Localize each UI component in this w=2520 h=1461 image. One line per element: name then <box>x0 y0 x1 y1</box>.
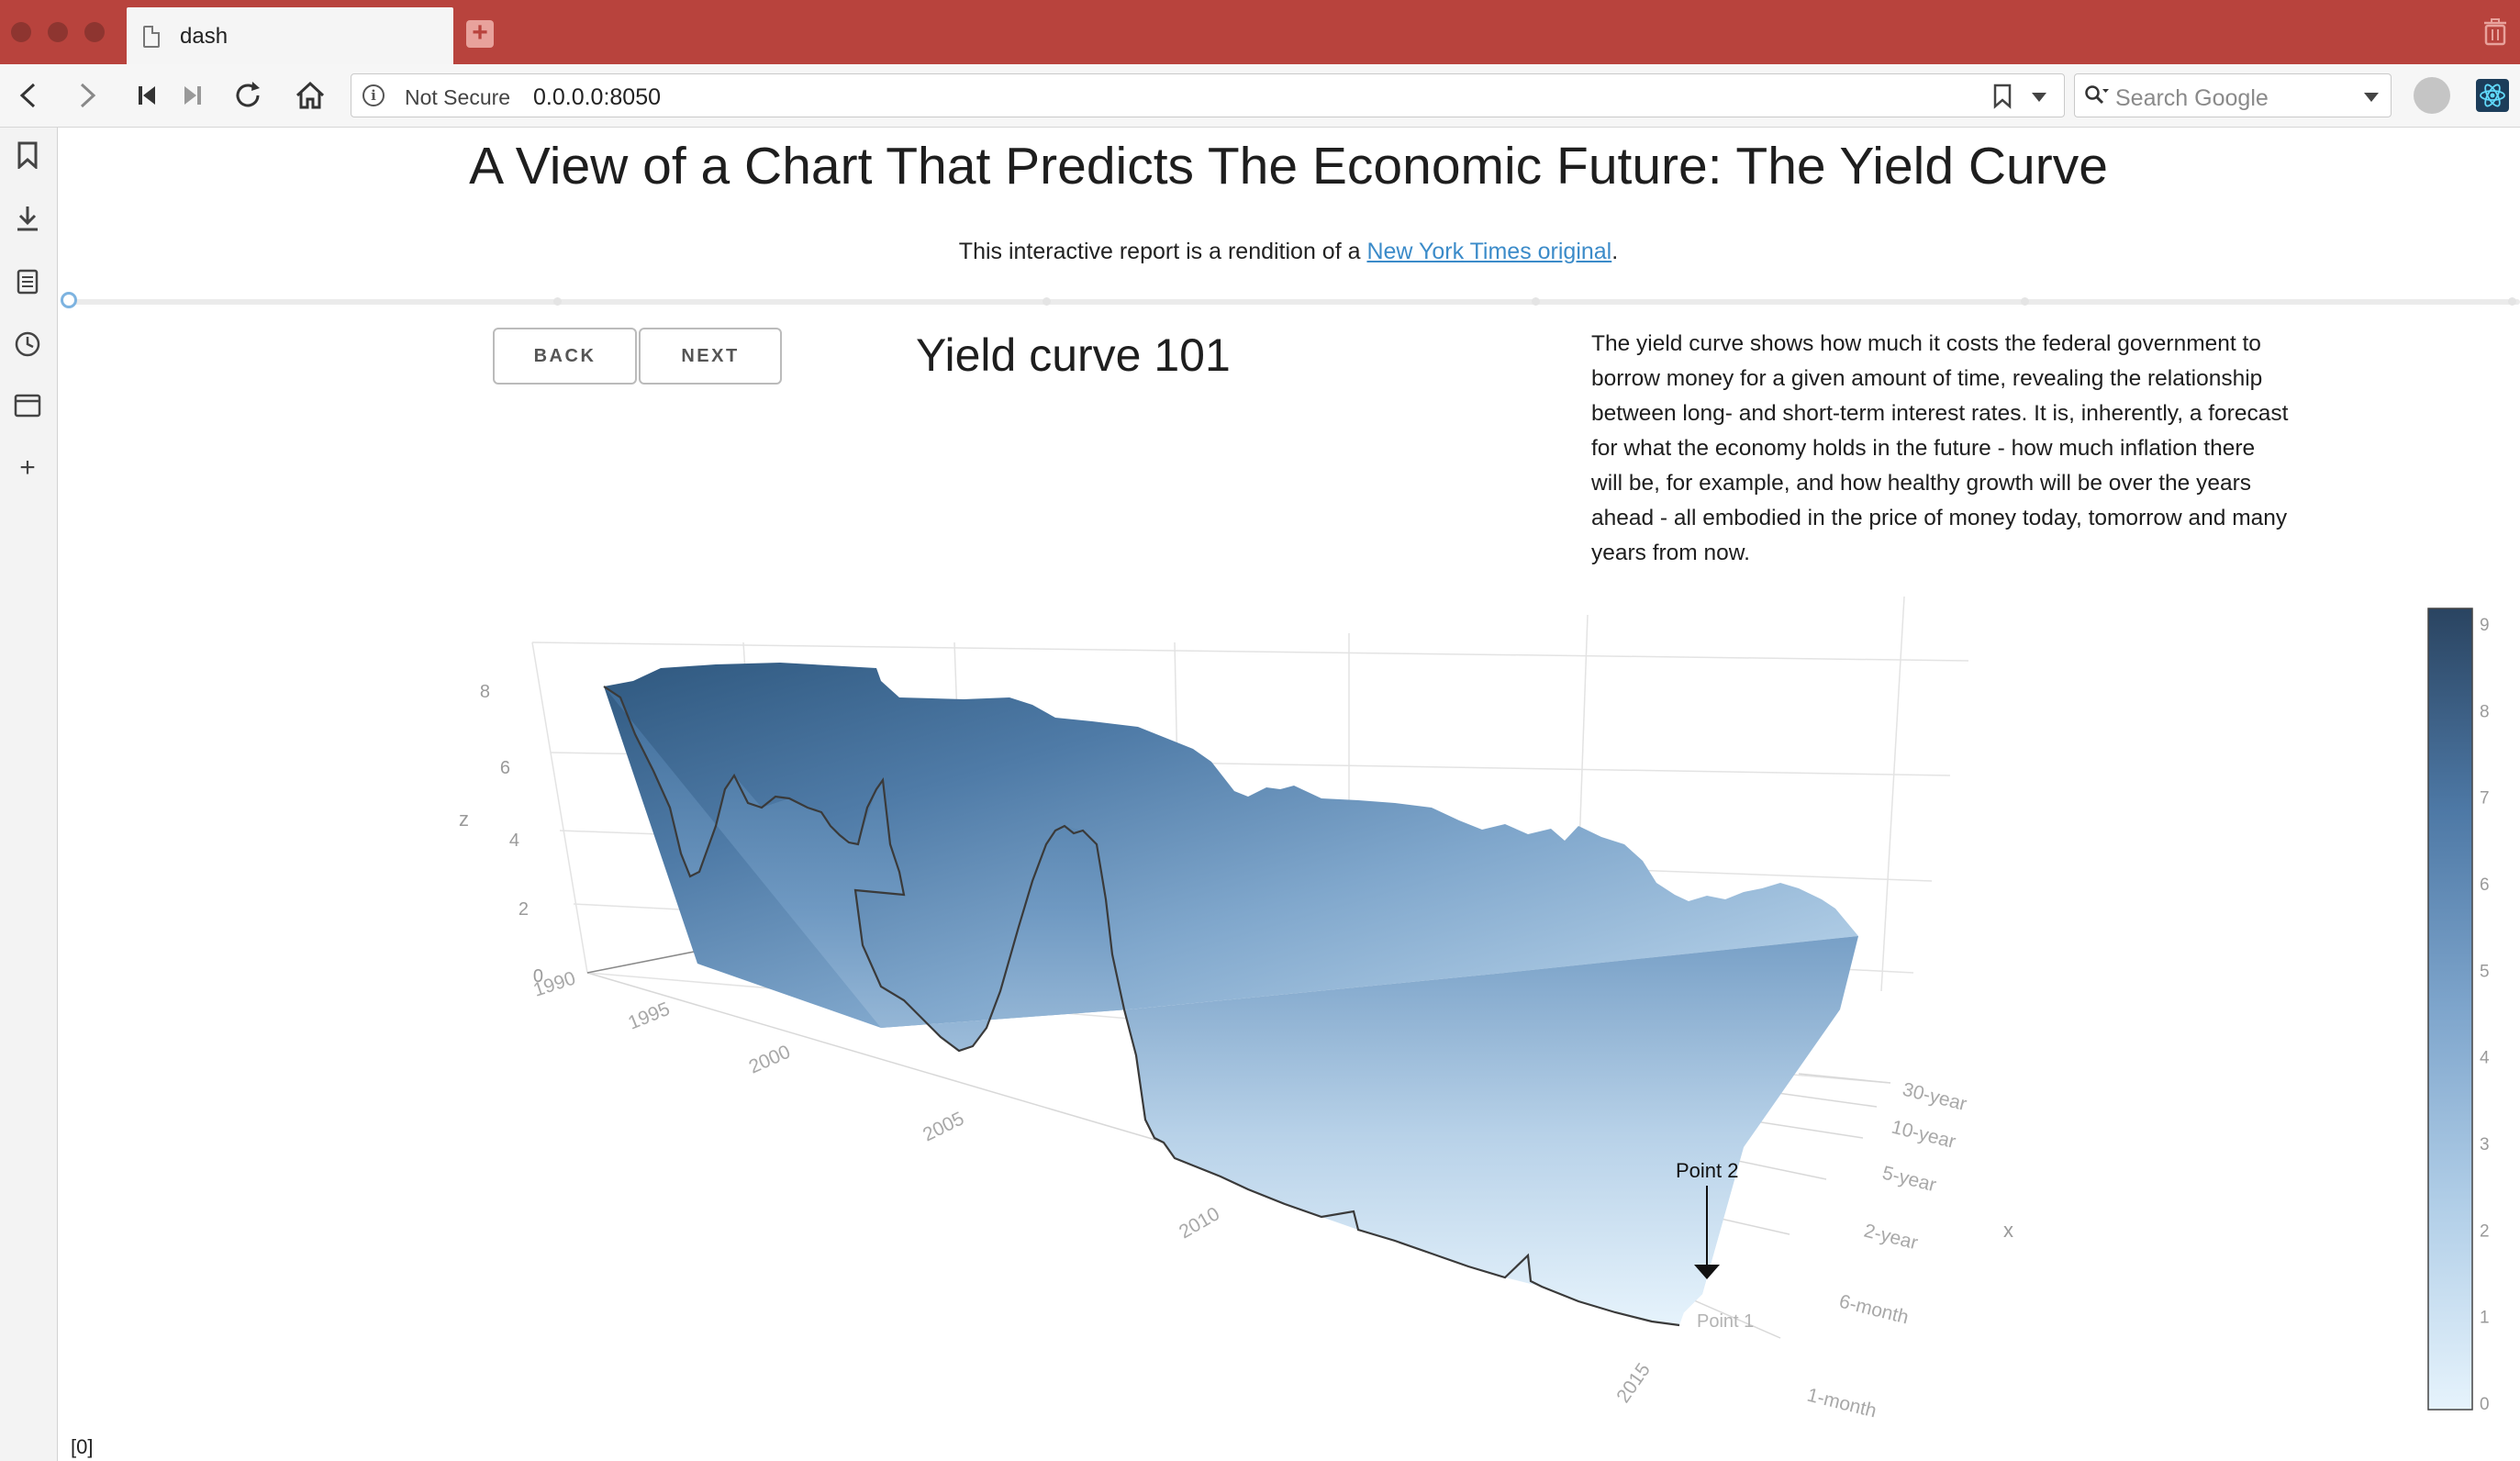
z-tick-label: 2 <box>518 899 529 920</box>
colorbar-tick-label: 1 <box>2480 1309 2490 1328</box>
maturity-tick-label: 5-year <box>1880 1163 1938 1197</box>
maturity-axis-ticks: 1-month 6-month 2-year 5-year 10-year30-year <box>1805 1079 1969 1422</box>
colorbar-tick-label: 5 <box>2480 962 2490 981</box>
yield-curve-3d-plot[interactable]: 02468 199019952000200520102015 1-month6-… <box>0 0 2520 1461</box>
colorbar-tick-label: 4 <box>2480 1049 2490 1068</box>
maturity-tick-label: 1-month <box>1805 1385 1879 1422</box>
colorbar-tick-label: 7 <box>2480 789 2490 809</box>
x-axis-title: x <box>2003 1219 2013 1242</box>
maturity-tick-label: 6-month <box>1837 1291 1911 1329</box>
colorbar-ticks: 0 1 2 3 4 5 6 7 8 9 <box>2480 616 2490 1414</box>
year-tick-label: 2010 <box>1176 1203 1223 1243</box>
year-tick-label: 2000 <box>746 1042 794 1078</box>
status-output: [0] <box>71 1435 94 1458</box>
year-tick-label: 2005 <box>920 1108 967 1145</box>
year-tick-label: 2015 <box>1612 1359 1655 1406</box>
colorbar-tick-label: 0 <box>2480 1395 2490 1414</box>
colorbar-tick-label: 9 <box>2480 616 2490 635</box>
colorbar-tick-label: 2 <box>2480 1221 2490 1241</box>
z-tick-label: 6 <box>500 758 510 778</box>
annotation-point-1: Point 1 <box>1697 1311 1754 1332</box>
z-tick-label: 8 <box>480 682 490 702</box>
annotation-point-2: Point 2 <box>1676 1159 1739 1182</box>
maturity-tick-label: 2-year <box>1862 1221 1920 1255</box>
colorbar <box>2427 608 2473 1411</box>
maturity-tick-label: 10-year <box>1890 1117 1958 1154</box>
z-axis-ticks: 02468 <box>480 682 543 987</box>
z-axis-title: z <box>459 808 469 831</box>
maturity-tick-label: 30-year <box>1901 1079 1969 1116</box>
colorbar-tick-label: 6 <box>2480 875 2490 895</box>
colorbar-tick-label: 8 <box>2480 702 2490 721</box>
year-tick-label: 1995 <box>625 998 673 1034</box>
colorbar-tick-label: 3 <box>2480 1135 2490 1154</box>
z-tick-label: 4 <box>509 831 519 851</box>
